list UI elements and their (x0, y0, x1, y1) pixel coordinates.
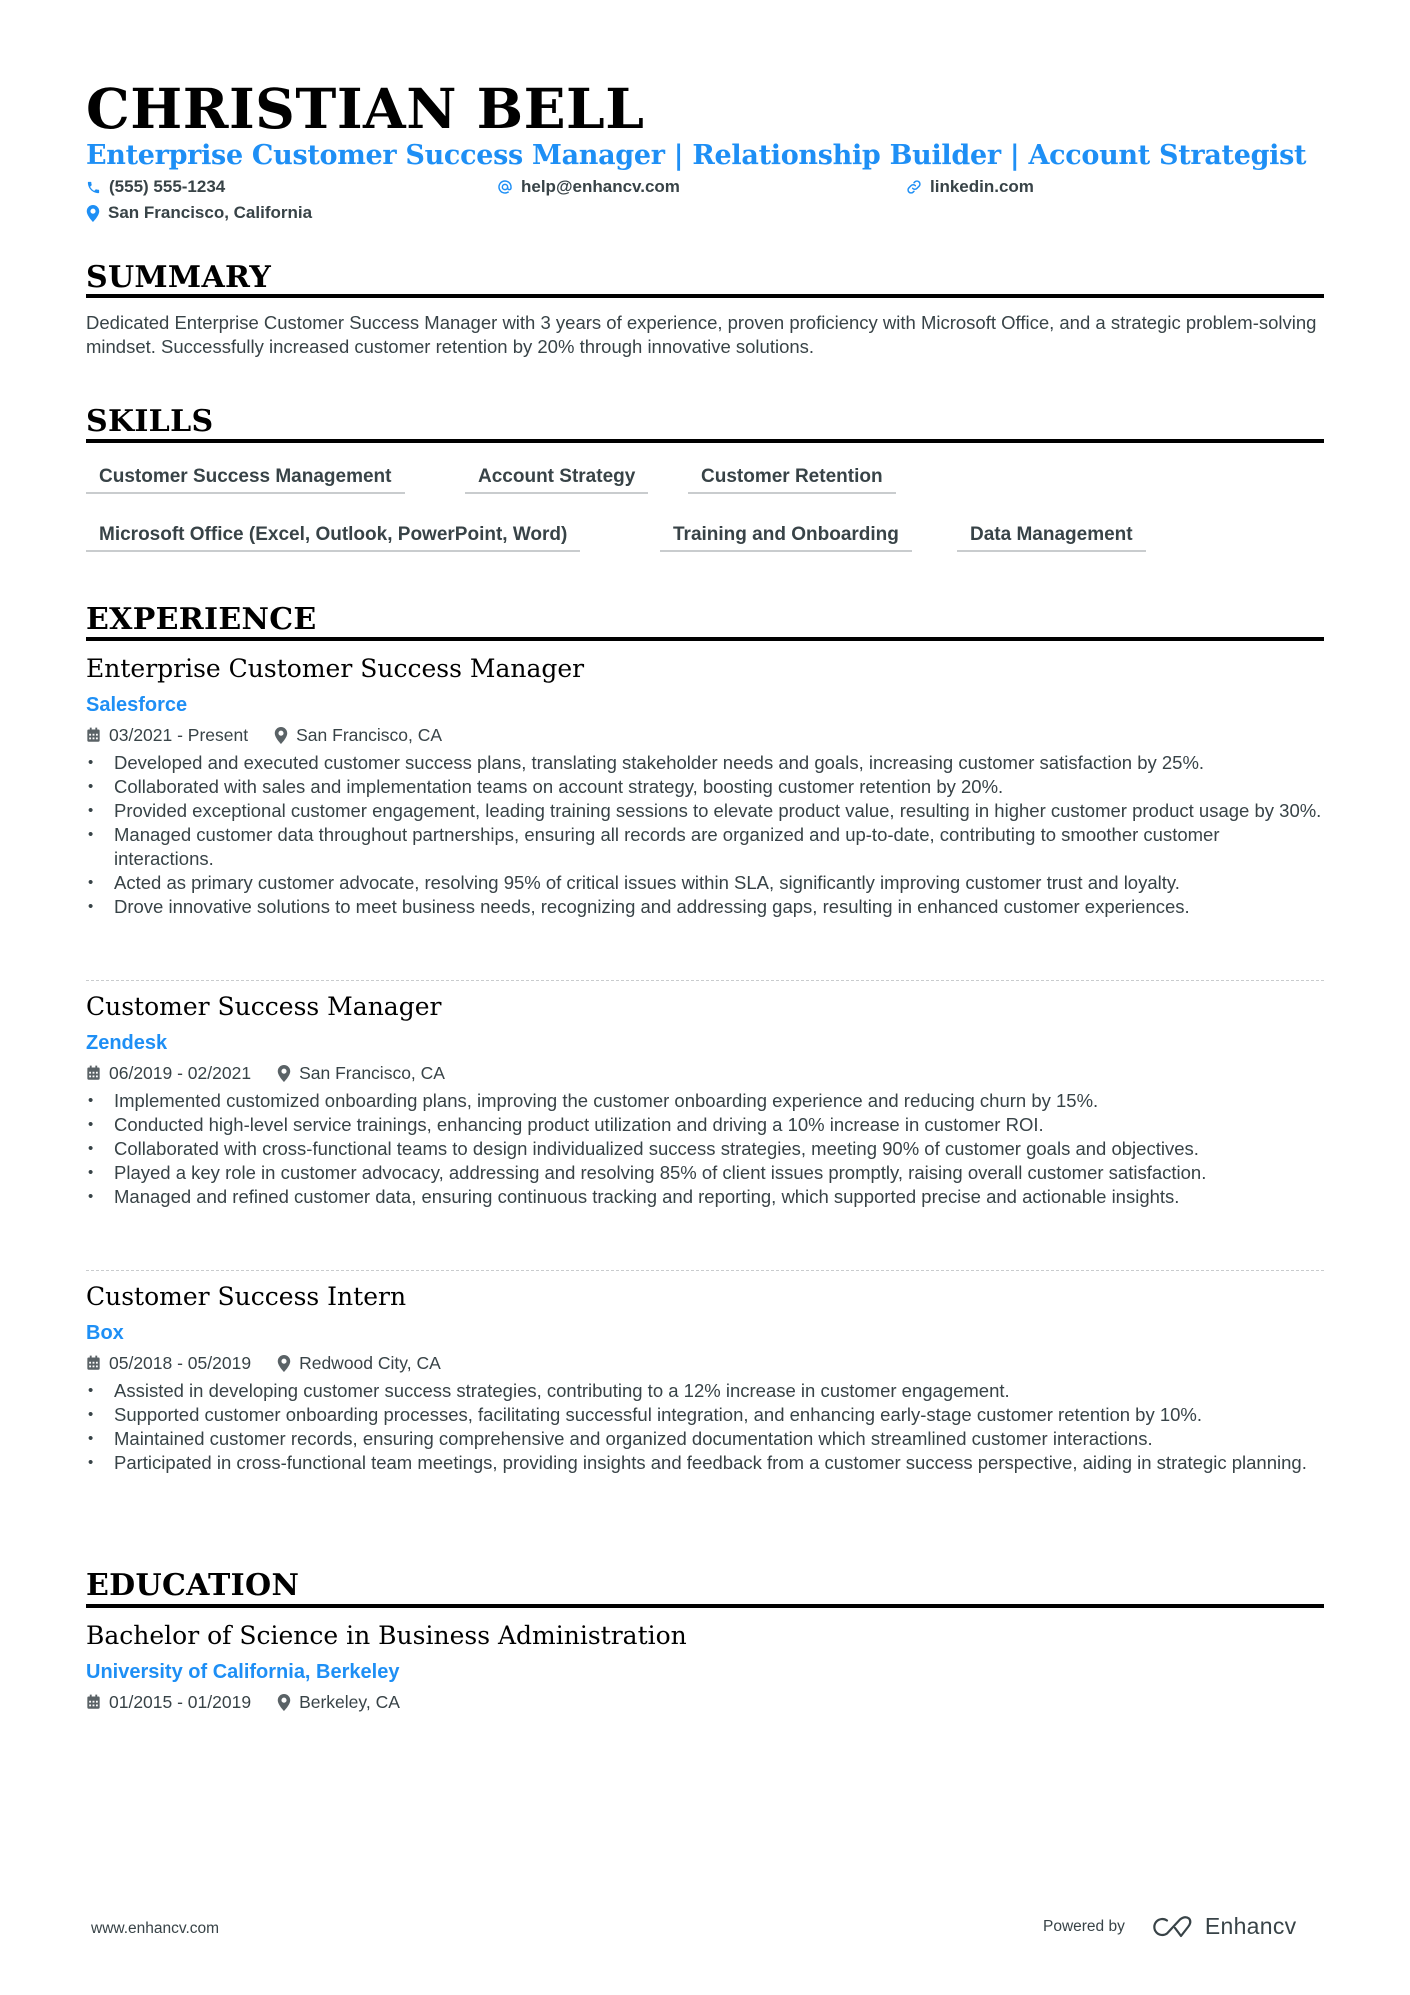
bullet-item: Drove innovative solutions to meet busin… (86, 895, 1324, 919)
bullet-item: Conducted high-level service trainings, … (86, 1113, 1324, 1137)
contact-link[interactable]: linkedin.com (906, 176, 1034, 198)
company-name: Zendesk (86, 1032, 168, 1054)
enhancv-logo-icon (1153, 1915, 1192, 1937)
job-title: Customer Success Intern (86, 1282, 407, 1311)
job-dates: 05/2018 - 05/2019 (86, 1352, 251, 1374)
company-name: Box (86, 1322, 124, 1344)
job-location: Redwood City, CA (277, 1352, 441, 1374)
summary-heading: SUMMARY (86, 260, 272, 295)
location-text: San Francisco, California (108, 203, 313, 222)
job-title: Customer Success Manager (86, 992, 442, 1021)
bullet-item: Collaborated with sales and implementati… (86, 775, 1324, 799)
footer-branding[interactable]: Powered by Enhancv (1043, 1913, 1296, 1940)
bullet-item: Acted as primary customer advocate, reso… (86, 871, 1324, 895)
bullet-item: Implemented customized onboarding plans,… (86, 1089, 1324, 1113)
job-meta: 05/2018 - 05/2019 Redwood City, CA (86, 1352, 467, 1374)
location-pin-icon (277, 1693, 291, 1711)
location-pin-icon (274, 726, 288, 744)
candidate-name: CHRISTIAN BELL (86, 76, 645, 141)
at-icon (498, 180, 512, 194)
bullet-item: Collaborated with cross-functional teams… (86, 1137, 1324, 1161)
location-text: Berkeley, CA (299, 1692, 400, 1712)
calendar-icon (87, 1065, 100, 1080)
skills-heading: SKILLS (86, 404, 214, 439)
bullet-item: Provided exceptional customer engagement… (86, 799, 1324, 823)
linkedin-link[interactable]: linkedin.com (930, 176, 1034, 198)
job-meta: 06/2019 - 02/2021 San Francisco, CA (86, 1062, 471, 1084)
bullet-item: Assisted in developing customer success … (86, 1379, 1324, 1403)
school-name: University of California, Berkeley (86, 1661, 400, 1683)
job-bullets: Assisted in developing customer success … (86, 1379, 1324, 1475)
education-dates: 01/2015 - 01/2019 (86, 1691, 251, 1713)
dates-text: 01/2015 - 01/2019 (109, 1692, 252, 1712)
bullet-item: Participated in cross-functional team me… (86, 1451, 1324, 1475)
calendar-icon (87, 727, 100, 742)
skill-tag: Customer Retention (688, 462, 896, 494)
experience-heading: EXPERIENCE (86, 602, 317, 637)
location-text: San Francisco, CA (299, 1063, 445, 1083)
email-link[interactable]: help@enhancv.com (521, 176, 680, 198)
skill-tag: Account Strategy (465, 462, 649, 494)
job-title: Enterprise Customer Success Manager (86, 654, 585, 683)
powered-by-label: Powered by (1043, 1917, 1125, 1935)
job-location: San Francisco, CA (274, 724, 442, 746)
education-meta: 01/2015 - 01/2019 Berkeley, CA (86, 1691, 426, 1713)
dates-text: 03/2021 - Present (109, 725, 249, 745)
phone-icon (87, 181, 100, 193)
phone-text: (555) 555-1234 (109, 177, 226, 196)
summary-rule (86, 294, 1324, 298)
link-icon (907, 180, 921, 194)
location-pin-icon (277, 1064, 291, 1082)
job-bullets: Developed and executed customer success … (86, 751, 1324, 919)
contact-location: San Francisco, California (86, 202, 312, 224)
footer-website-link[interactable]: www.enhancv.com (91, 1920, 219, 1938)
job-dates: 06/2019 - 02/2021 (86, 1062, 251, 1084)
job-meta: 03/2021 - Present San Francisco, CA (86, 724, 468, 746)
skills-rule (86, 439, 1324, 443)
contact-phone: (555) 555-1234 (86, 176, 225, 198)
education-heading: EDUCATION (86, 1568, 300, 1603)
candidate-headline: Enterprise Customer Success Manager | Re… (86, 140, 1307, 171)
bullet-item: Maintained customer records, ensuring co… (86, 1427, 1324, 1451)
bullet-item: Managed and refined customer data, ensur… (86, 1185, 1324, 1209)
dates-text: 05/2018 - 05/2019 (109, 1353, 252, 1373)
skill-tag: Microsoft Office (Excel, Outlook, PowerP… (86, 520, 581, 552)
bullet-item: Managed customer data throughout partner… (86, 823, 1324, 871)
entry-divider (86, 1270, 1324, 1271)
skill-tag: Data Management (957, 520, 1146, 552)
dates-text: 06/2019 - 02/2021 (109, 1063, 252, 1083)
contact-email[interactable]: help@enhancv.com (497, 176, 680, 198)
location-text: San Francisco, CA (296, 725, 443, 745)
bullet-item: Played a key role in customer advocacy, … (86, 1161, 1324, 1185)
education-location: Berkeley, CA (277, 1691, 400, 1713)
location-pin-icon (86, 204, 100, 222)
company-name: Salesforce (86, 694, 188, 716)
bullet-item: Developed and executed customer success … (86, 751, 1324, 775)
skill-tag: Customer Success Management (86, 462, 405, 494)
degree-title: Bachelor of Science in Business Administ… (86, 1621, 687, 1650)
summary-text: Dedicated Enterprise Customer Success Ma… (86, 312, 1317, 357)
location-pin-icon (277, 1354, 291, 1372)
bullet-item: Supported customer onboarding processes,… (86, 1403, 1324, 1427)
calendar-icon (87, 1355, 100, 1370)
experience-rule (86, 637, 1324, 641)
education-rule (86, 1604, 1324, 1608)
job-bullets: Implemented customized onboarding plans,… (86, 1089, 1324, 1209)
skill-tag: Training and Onboarding (660, 520, 912, 552)
location-text: Redwood City, CA (299, 1353, 441, 1373)
job-location: San Francisco, CA (277, 1062, 445, 1084)
calendar-icon (87, 1694, 100, 1709)
enhancv-brand-name: Enhancv (1204, 1913, 1297, 1939)
entry-divider (86, 980, 1324, 981)
job-dates: 03/2021 - Present (86, 724, 248, 746)
